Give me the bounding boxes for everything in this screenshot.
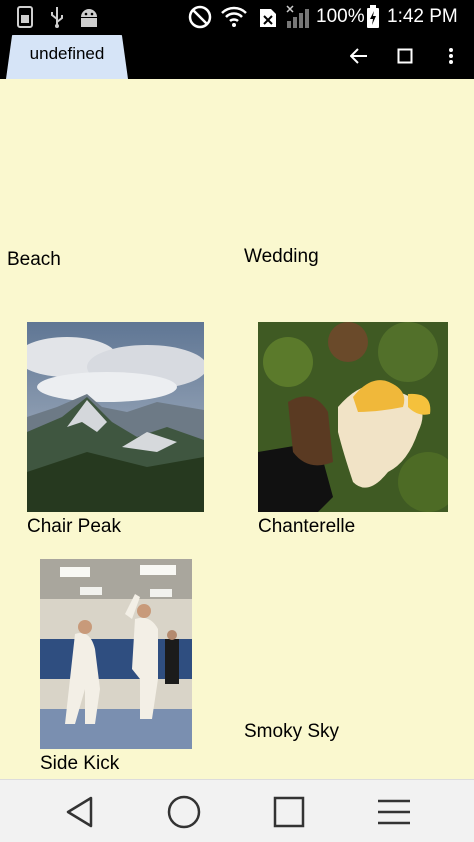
square-recents-icon bbox=[273, 796, 305, 828]
mushroom-photo[interactable] bbox=[258, 322, 448, 512]
circle-home-icon bbox=[167, 795, 201, 829]
clock: 1:42 PM bbox=[387, 6, 458, 27]
gallery-item-label[interactable]: Chanterelle bbox=[258, 516, 355, 538]
system-nav-bar bbox=[0, 779, 474, 842]
gallery-item-label[interactable]: Side Kick bbox=[40, 753, 119, 775]
gallery-item-label[interactable]: Chair Peak bbox=[27, 516, 121, 538]
back-button[interactable] bbox=[344, 41, 374, 71]
nav-menu-button[interactable] bbox=[374, 792, 414, 832]
do-not-disturb-icon bbox=[186, 5, 214, 29]
battery-percent: 100% bbox=[316, 6, 365, 27]
android-debug-icon bbox=[76, 5, 102, 29]
square-window-icon bbox=[397, 48, 413, 64]
overflow-menu-button[interactable] bbox=[436, 41, 466, 71]
status-bar: 100% 1:42 PM bbox=[0, 0, 474, 33]
mountain-photo[interactable] bbox=[27, 322, 204, 512]
back-arrow-icon bbox=[350, 48, 367, 64]
nav-back-button[interactable] bbox=[60, 792, 100, 832]
browser-title-bar: undefined bbox=[0, 33, 474, 79]
gallery-item-label[interactable]: Beach bbox=[7, 249, 61, 271]
more-vertical-icon bbox=[449, 48, 453, 64]
usb-icon bbox=[46, 5, 68, 29]
browser-tab[interactable]: undefined bbox=[6, 35, 128, 79]
no-sim-icon bbox=[256, 5, 280, 29]
triangle-back-icon bbox=[66, 796, 93, 828]
gallery-item-label[interactable]: Wedding bbox=[244, 246, 319, 268]
hamburger-menu-icon bbox=[378, 799, 410, 825]
gallery-item-label[interactable]: Smoky Sky bbox=[244, 721, 339, 743]
window-button[interactable] bbox=[390, 41, 420, 71]
signal-icon bbox=[284, 5, 314, 29]
battery-charging-icon bbox=[364, 5, 382, 29]
wifi-icon bbox=[220, 5, 248, 29]
gallery-content: Beach Wedding Chair Peak Chanterelle Sid… bbox=[0, 79, 474, 779]
sim-card-icon bbox=[14, 5, 36, 29]
nav-home-button[interactable] bbox=[164, 792, 204, 832]
nav-recents-button[interactable] bbox=[269, 792, 309, 832]
martial-arts-photo[interactable] bbox=[40, 559, 192, 749]
tab-title: undefined bbox=[29, 44, 105, 63]
